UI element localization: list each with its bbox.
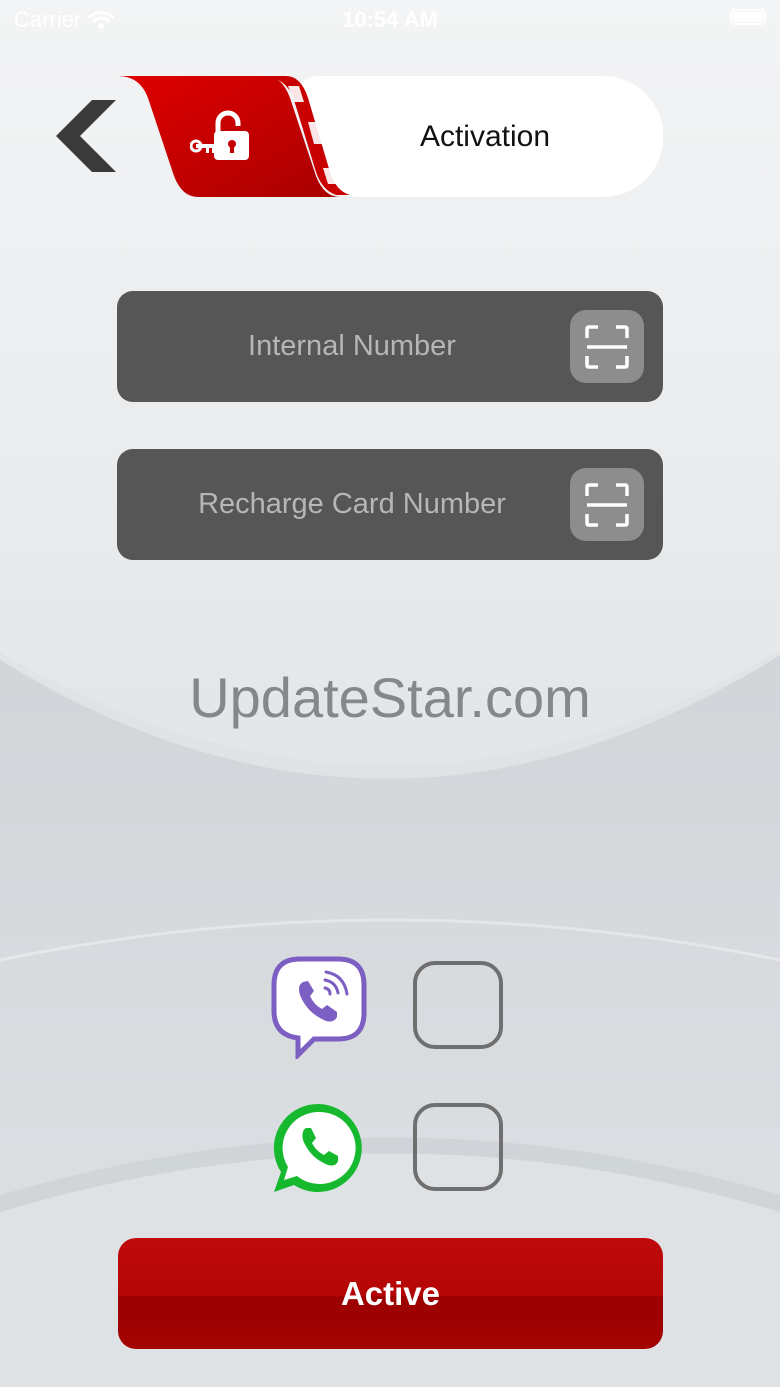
whatsapp-icon xyxy=(273,1103,362,1192)
scan-icon xyxy=(585,324,629,369)
back-button[interactable] xyxy=(50,96,120,176)
viber-icon xyxy=(271,956,367,1059)
active-button[interactable]: Active xyxy=(118,1238,663,1349)
page-title: Activation xyxy=(419,120,551,153)
status-time: 10:54 AM xyxy=(342,7,438,32)
internal-number-field[interactable]: Internal Number xyxy=(117,291,663,402)
recharge-card-number-field[interactable]: Recharge Card Number xyxy=(117,449,663,560)
scan-internal-number-button[interactable] xyxy=(570,310,644,383)
recharge-card-number-placeholder: Recharge Card Number xyxy=(198,488,506,520)
unlock-key-icon xyxy=(190,110,249,160)
whatsapp-checkbox[interactable] xyxy=(413,1103,503,1191)
scan-recharge-card-button[interactable] xyxy=(570,468,644,541)
internal-number-placeholder: Internal Number xyxy=(248,330,456,362)
battery-icon xyxy=(730,9,766,25)
scan-icon xyxy=(585,482,629,527)
watermark: UpdateStar.com xyxy=(189,666,591,729)
viber-checkbox[interactable] xyxy=(413,961,503,1049)
status-bar: Carrier 10:54 AM xyxy=(0,0,780,40)
